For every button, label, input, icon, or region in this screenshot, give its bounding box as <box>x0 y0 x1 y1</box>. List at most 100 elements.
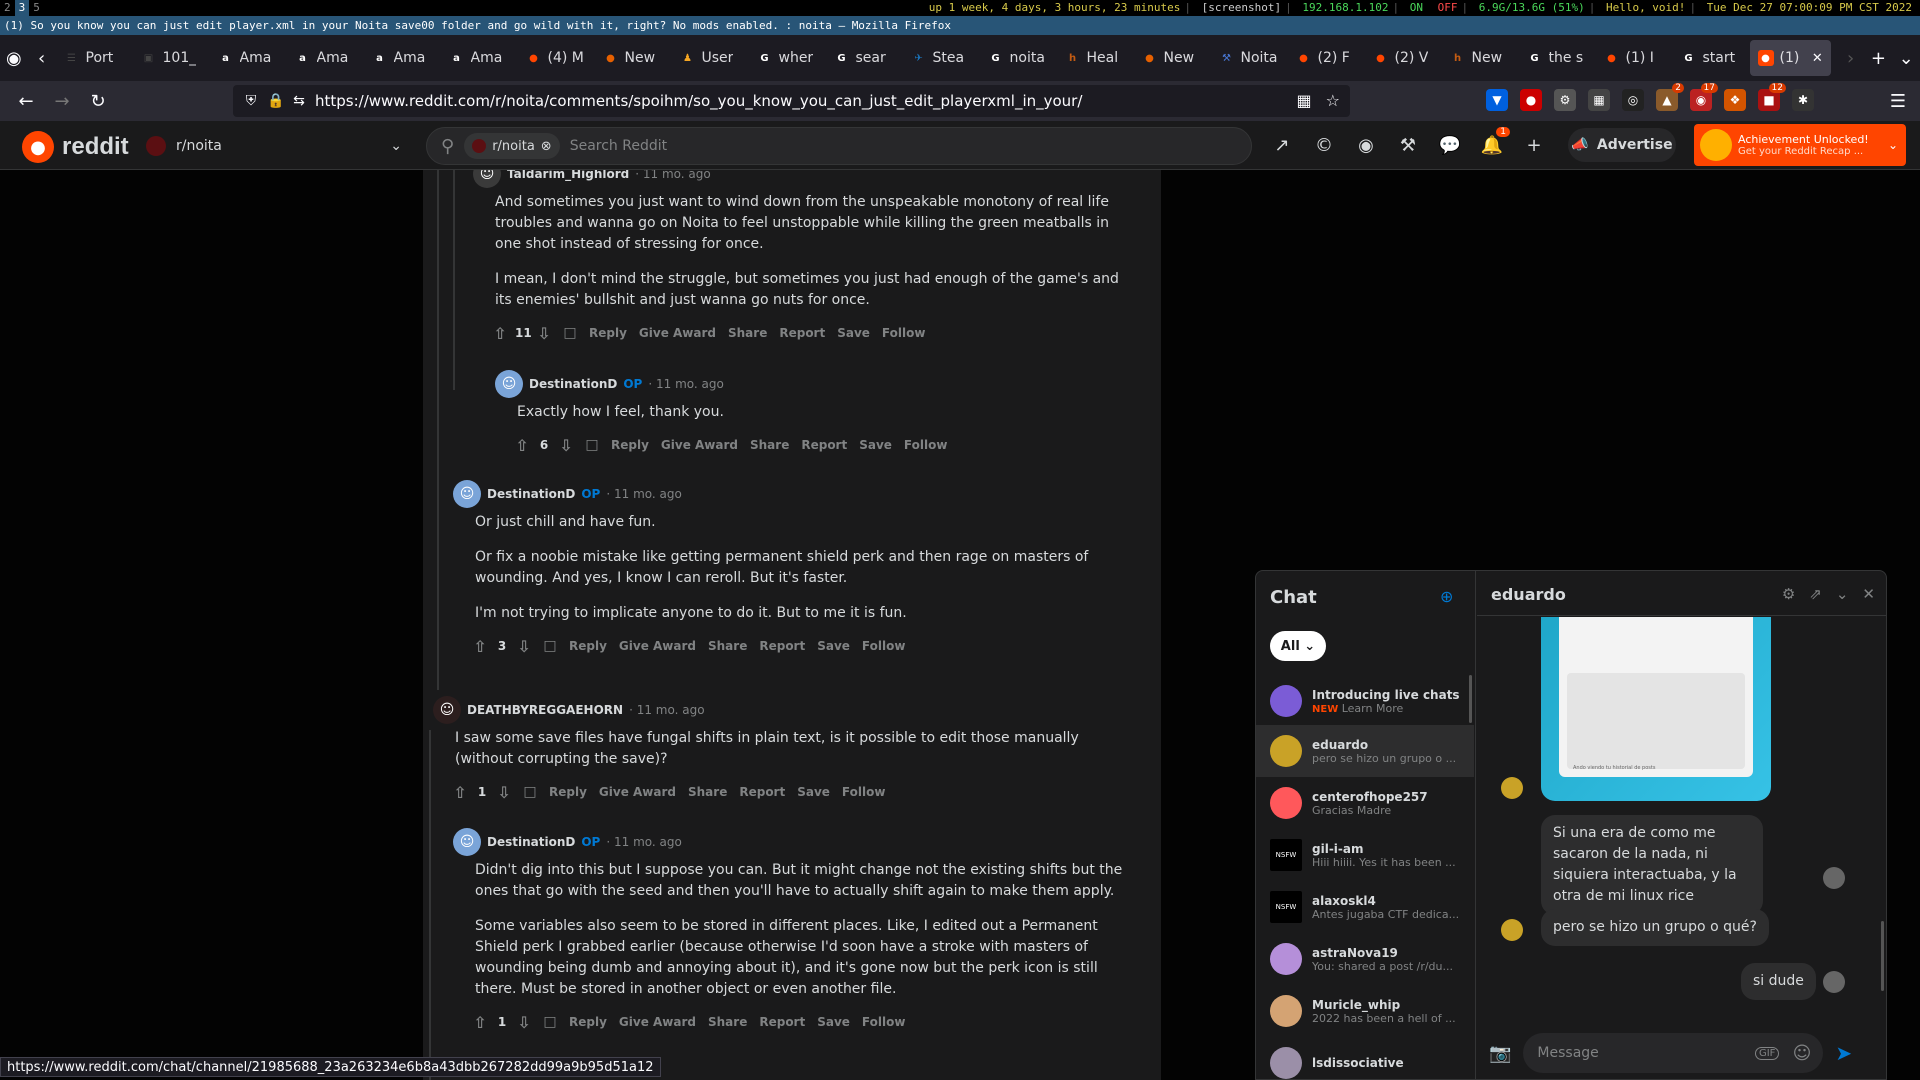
upvote-icon[interactable]: ⇧ <box>469 637 491 656</box>
comment-time[interactable]: · 11 mo. ago <box>635 170 711 181</box>
avatar[interactable]: ☺ <box>453 828 481 856</box>
tab[interactable]: a Ama <box>364 40 441 76</box>
shield-icon[interactable]: ⛨ <box>243 93 259 109</box>
tab[interactable]: a Ama <box>441 40 518 76</box>
search-input[interactable]: Search Reddit <box>570 138 667 154</box>
downvote-icon[interactable]: ⇩ <box>513 1013 535 1032</box>
tab[interactable]: ● (2) F <box>1288 40 1365 76</box>
save-button[interactable]: Save <box>833 326 874 340</box>
chat-item[interactable]: NSFW alaxoskl4 Antes jugaba CTF dedica... <box>1256 881 1474 933</box>
advertise-button[interactable]: 📣 Advertise <box>1568 128 1676 162</box>
extension-icon[interactable]: ✱ <box>1792 89 1814 111</box>
reply-button[interactable]: Reply <box>565 639 611 653</box>
popular-icon[interactable]: ↗ <box>1270 133 1294 157</box>
comment-author[interactable]: DEATHBYREGGAEHORN <box>467 703 623 717</box>
reply-icon[interactable]: □ <box>581 437 603 453</box>
forward-icon[interactable]: → <box>44 85 80 117</box>
url-text[interactable]: https://www.reddit.com/r/noita/comments/… <box>315 92 1082 110</box>
extension-icon[interactable]: ❖ <box>1724 89 1746 111</box>
achievement-banner[interactable]: Achievement Unlocked! Get your Reddit Re… <box>1694 124 1906 166</box>
new-chat-icon[interactable]: ⊕ <box>1440 587 1460 607</box>
give-award-button[interactable]: Give Award <box>635 326 720 340</box>
save-button[interactable]: Save <box>813 639 854 653</box>
tab[interactable]: ● New <box>1134 40 1211 76</box>
upvote-icon[interactable]: ⇧ <box>449 783 471 802</box>
comment-author[interactable]: DestinationD <box>487 835 575 849</box>
comment-author[interactable]: DestinationD <box>487 487 575 501</box>
downvote-icon[interactable]: ⇩ <box>493 783 515 802</box>
qr-code-icon[interactable]: ▦ <box>1297 91 1312 110</box>
extension-icon[interactable]: ● <box>1520 89 1542 111</box>
tab[interactable]: Gsear <box>826 40 903 76</box>
reply-icon[interactable]: □ <box>559 325 581 341</box>
tab[interactable]: a Ama <box>210 40 287 76</box>
share-button[interactable]: Share <box>684 785 731 799</box>
search-scope-chip[interactable]: r/noita ⊗ <box>464 133 560 159</box>
extension-icon[interactable]: ▲ 2 <box>1656 83 1684 111</box>
reply-icon[interactable]: □ <box>519 784 541 800</box>
comment-time[interactable]: · 11 mo. ago <box>629 703 705 717</box>
comment-time[interactable]: · 11 mo. ago <box>606 835 682 849</box>
tab[interactable]: ♟ User <box>672 40 749 76</box>
thread-line[interactable] <box>437 170 439 690</box>
chat-icon[interactable]: 💬 <box>1438 133 1462 157</box>
new-tab-icon[interactable]: + <box>1865 40 1893 76</box>
comment-author[interactable]: DestinationD <box>529 377 617 391</box>
share-button[interactable]: Share <box>724 326 771 340</box>
save-button[interactable]: Save <box>793 785 834 799</box>
tab[interactable]: Gstart <box>1673 40 1750 76</box>
tab[interactable]: ● (2) V <box>1365 40 1442 76</box>
settings-icon[interactable]: ⚙ <box>1782 585 1795 603</box>
save-button[interactable]: Save <box>813 1015 854 1029</box>
avatar[interactable] <box>1501 777 1523 799</box>
report-button[interactable]: Report <box>755 639 809 653</box>
report-button[interactable]: Report <box>755 1015 809 1029</box>
upvote-icon[interactable]: ⇧ <box>489 324 511 343</box>
avatar[interactable] <box>1823 971 1845 993</box>
chat-item[interactable]: eduardo pero se hizo un grupo o ... <box>1256 725 1474 777</box>
avatar[interactable]: ☺ <box>495 370 523 398</box>
permissions-icon[interactable]: ⇆ <box>291 93 307 109</box>
reply-button[interactable]: Reply <box>585 326 631 340</box>
chat-item[interactable]: lsdissociative <box>1256 1037 1474 1079</box>
follow-button[interactable]: Follow <box>838 785 890 799</box>
conversation-scrollbar[interactable] <box>1881 921 1884 991</box>
camera-icon[interactable]: 📷 <box>1489 1043 1511 1064</box>
comment-author[interactable]: Taldarim_Highlord <box>507 170 629 181</box>
tab[interactable]: ✈ Stea <box>903 40 980 76</box>
avatar[interactable]: ☺ <box>453 480 481 508</box>
reply-icon[interactable]: □ <box>539 1014 561 1030</box>
tab[interactable]: Gnoita <box>980 40 1057 76</box>
gif-icon[interactable]: GIF <box>1754 1046 1780 1060</box>
create-post-icon[interactable]: + <box>1522 133 1546 157</box>
tab[interactable]: ● (4) M <box>518 40 595 76</box>
extension-icon[interactable]: ■ 12 <box>1758 83 1786 111</box>
extension-icon[interactable]: ⚙ <box>1554 89 1576 111</box>
scroll-tabs-right-icon[interactable]: › <box>1837 40 1865 76</box>
give-award-button[interactable]: Give Award <box>615 1015 700 1029</box>
tab[interactable]: ☰ Port <box>56 40 133 76</box>
extension-icon[interactable]: ◎ <box>1622 89 1644 111</box>
community-selector[interactable]: r/noita ⌄ <box>146 129 402 163</box>
reply-button[interactable]: Reply <box>545 785 591 799</box>
notifications-icon[interactable]: 🔔 1 <box>1480 127 1510 157</box>
reply-button[interactable]: Reply <box>607 438 653 452</box>
tab[interactable]: ● New <box>595 40 672 76</box>
tab[interactable]: Gthe s <box>1519 40 1596 76</box>
menu-icon[interactable]: ☰ <box>1880 85 1916 117</box>
give-award-button[interactable]: Give Award <box>595 785 680 799</box>
chat-item[interactable]: centerofhope257 Gracias Madre <box>1256 777 1474 829</box>
avatar[interactable] <box>1823 867 1845 889</box>
avatar[interactable]: ☺ <box>433 696 461 724</box>
close-tab-icon[interactable]: ✕ <box>1812 51 1823 66</box>
report-button[interactable]: Report <box>775 326 829 340</box>
reply-button[interactable]: Reply <box>565 1015 611 1029</box>
minimize-icon[interactable]: ⌄ <box>1836 585 1849 603</box>
follow-button[interactable]: Follow <box>878 326 930 340</box>
thread-line[interactable] <box>453 170 455 390</box>
moderation-icon[interactable]: ⚒ <box>1396 133 1420 157</box>
extension-icon[interactable]: ◉ 17 <box>1690 83 1718 111</box>
thread-line[interactable] <box>429 730 431 1080</box>
lock-icon[interactable]: 🔒 <box>267 93 284 109</box>
follow-button[interactable]: Follow <box>858 1015 910 1029</box>
